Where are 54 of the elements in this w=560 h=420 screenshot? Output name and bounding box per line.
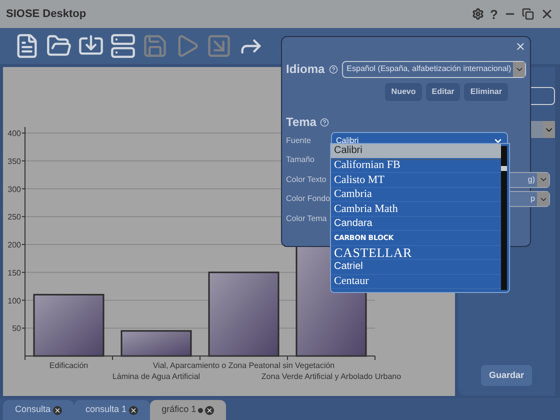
axis-label: 100	[8, 296, 21, 306]
server-icon[interactable]	[110, 33, 136, 59]
axis-label: 50	[12, 324, 21, 334]
close-icon[interactable]	[540, 7, 554, 21]
section-title: Idioma	[286, 61, 325, 78]
category-label: Edificación	[49, 361, 88, 370]
font-option[interactable]: Candara	[331, 216, 501, 231]
tab[interactable]: Consulta	[3, 400, 74, 420]
field-label: Color Fondo	[286, 193, 331, 206]
field-label: Tamaño	[286, 154, 316, 166]
tab-label: Consulta	[15, 403, 51, 416]
dialog-button[interactable]: Editar	[426, 83, 460, 101]
axis-label: 250	[8, 212, 21, 222]
category-label: Lámina de Agua Artificial	[112, 372, 200, 381]
font-option[interactable]: Catriel	[331, 260, 501, 274]
tab-label: consulta 1	[86, 403, 127, 416]
font-option[interactable]: CASTELLAR	[331, 246, 501, 260]
close-icon[interactable]	[205, 406, 214, 414]
close-icon[interactable]	[515, 41, 526, 52]
settings-icon[interactable]	[472, 8, 484, 20]
font-option[interactable]: Cambria Math	[331, 202, 501, 216]
chart-bar	[33, 294, 104, 357]
dialog-button[interactable]: Nuevo	[385, 83, 422, 101]
tab[interactable]: consulta 1	[74, 400, 150, 420]
category-label: Vial, Aparcamiento o Zona Peatonal sin Vegetación	[152, 361, 335, 370]
tab-label: gráfico 1	[162, 403, 196, 416]
close-icon[interactable]	[52, 406, 62, 414]
font-option[interactable]: Centaur	[331, 274, 501, 289]
axis-label: 150	[8, 268, 21, 278]
close-icon[interactable]	[128, 406, 138, 414]
font-option[interactable]: Calibri	[331, 144, 501, 158]
chart-bar	[120, 330, 192, 357]
font-option[interactable]: Cambria	[331, 188, 501, 202]
axis-label: 300	[8, 184, 21, 194]
font-option[interactable]: Calisto MT	[331, 173, 501, 188]
restore-icon[interactable]	[522, 8, 534, 20]
category-label: Zona Verde Artificial y Arbolado Urbano	[261, 372, 402, 381]
field-label: Fuente	[286, 134, 312, 147]
axis-label: 400	[8, 129, 21, 138]
window-title: SIOSE Desktop	[6, 6, 86, 22]
section-title: Tema	[286, 114, 316, 131]
help-icon[interactable]	[328, 64, 338, 74]
language-select[interactable]: Español (España, alfabetización internacional)	[342, 60, 526, 78]
scrollbar[interactable]	[501, 146, 507, 290]
tab[interactable]: gráfico 1	[150, 400, 226, 420]
field-label: Color Tema	[286, 212, 328, 225]
save-button[interactable]: Guardar	[480, 364, 532, 386]
axis-label: 200	[8, 240, 21, 250]
font-option[interactable]: Californian FB	[331, 158, 501, 173]
axis-label: 350	[8, 156, 21, 166]
field-label: Color Texto	[286, 174, 328, 186]
help-button[interactable]: ?	[490, 8, 498, 20]
dialog-button[interactable]: Eliminar	[464, 83, 508, 101]
help-icon[interactable]	[320, 118, 330, 126]
